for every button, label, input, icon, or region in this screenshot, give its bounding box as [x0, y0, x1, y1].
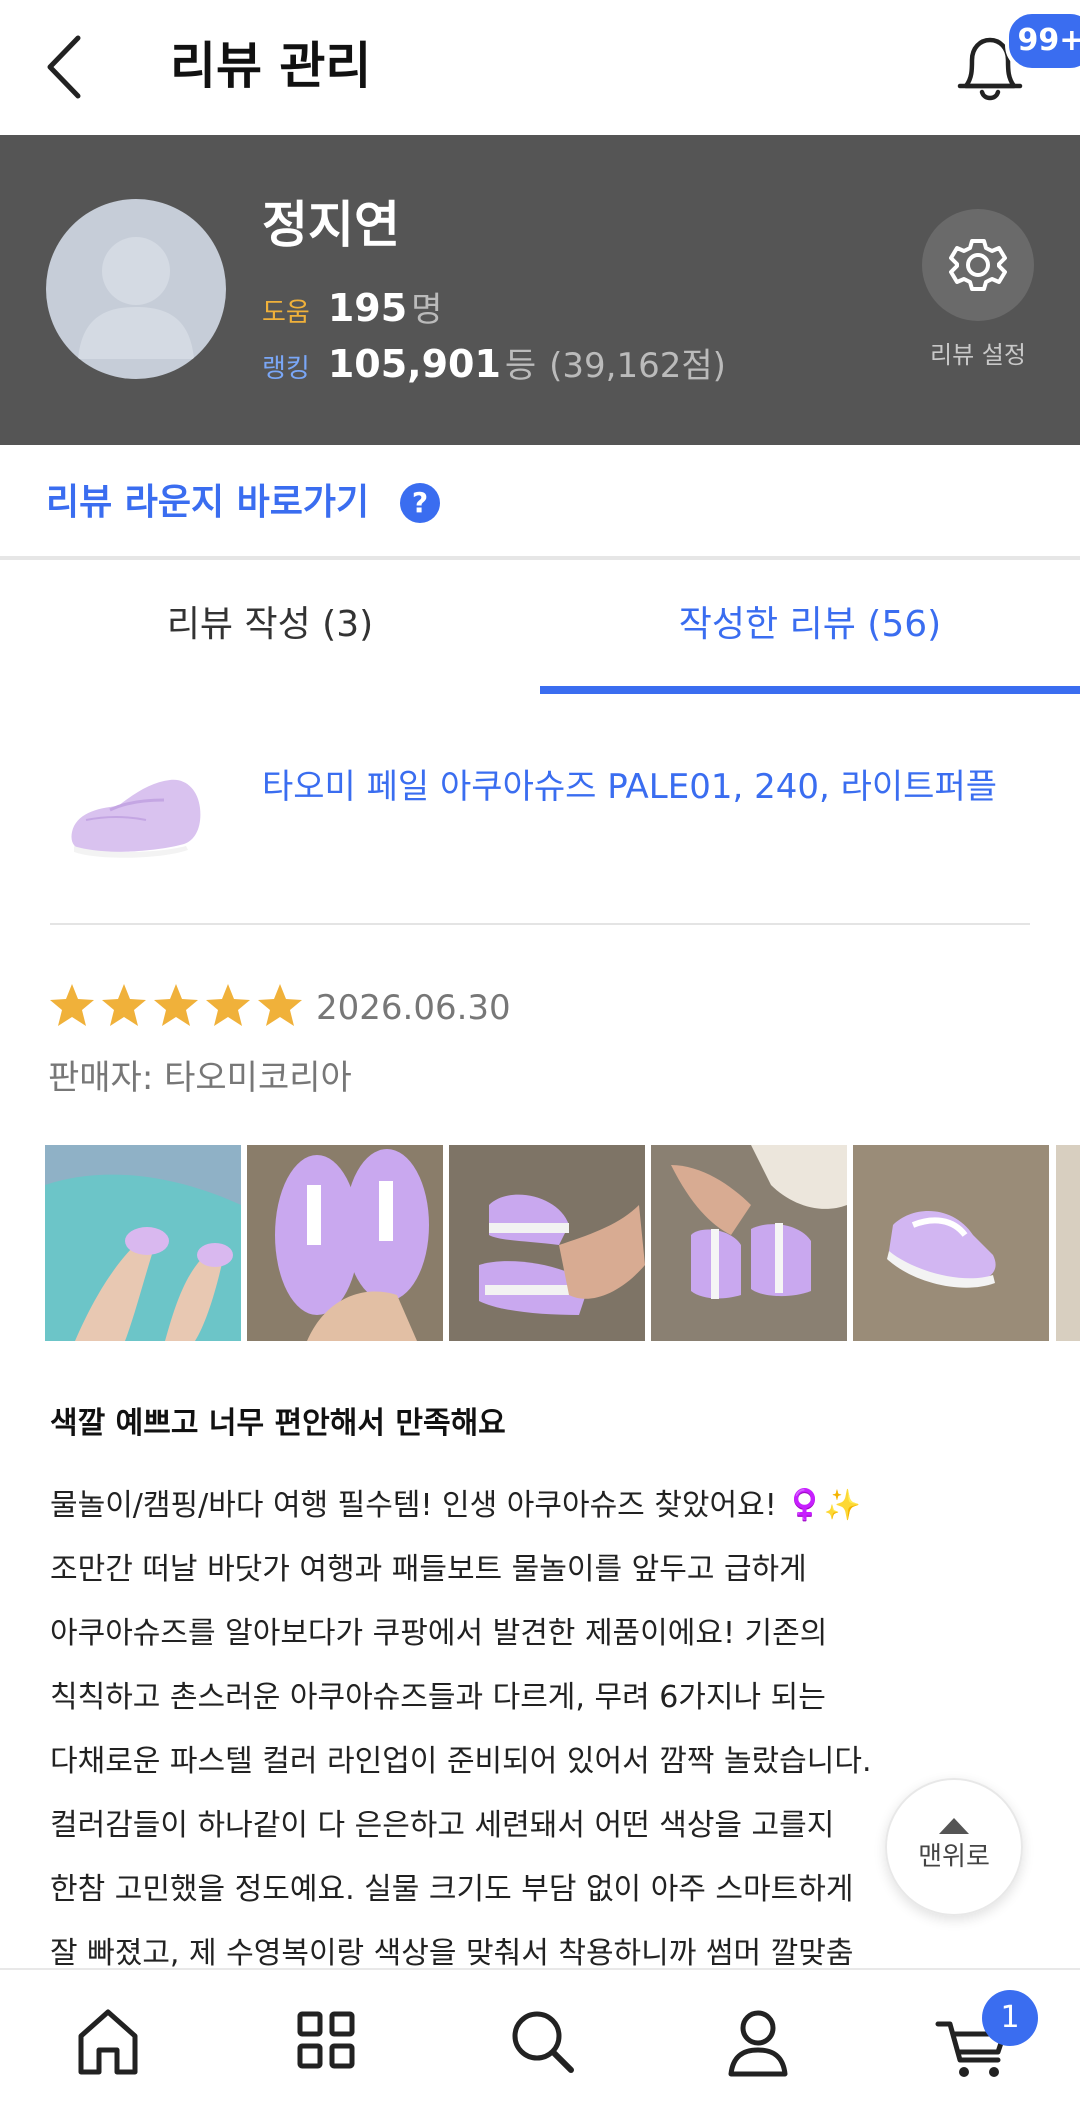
review-lounge-link[interactable]: 리뷰 라운지 바로가기	[46, 478, 369, 528]
header	[0, 0, 1080, 135]
profile-card: 정지연 도움 195 명 랭킹 105,901 등 (39,162점) 리뷰 설정	[0, 135, 1080, 445]
star-icon	[206, 984, 250, 1026]
nav-home[interactable]	[53, 1990, 163, 2090]
review-photo-3[interactable]	[449, 1145, 645, 1341]
divider	[50, 923, 1030, 925]
review-line: 물놀이/캠핑/바다 여행 필수템! 인생 아쿠아슈즈 찾았어요! ♀️✨	[50, 1488, 861, 1523]
help-count: 195	[327, 286, 408, 330]
category-grid-icon	[297, 2011, 355, 2069]
active-tab-indicator	[540, 686, 1080, 694]
rank-stat: 랭킹 105,901 등 (39,162점)	[262, 339, 726, 394]
review-photo-4[interactable]	[651, 1145, 847, 1341]
home-icon	[78, 2009, 138, 2075]
rank-value: 105,901	[327, 342, 501, 386]
review-line: 컬러감들이 하나같이 다 은은하고 세련돼서 어떤 색상을 고를지	[50, 1808, 835, 1843]
chevron-left-icon	[47, 35, 81, 99]
tab-written-reviews[interactable]: 작성한 리뷰 (56)	[540, 560, 1080, 690]
rank-points: (39,162점)	[549, 346, 726, 386]
review-line: 한참 고민했을 정도예요. 실물 크기도 부담 없이 아주 스마트하게	[50, 1872, 854, 1907]
settings-label: 리뷰 설정	[930, 341, 1026, 369]
cart-count-badge: 1	[982, 1990, 1038, 2046]
notification-badge: 99+	[1005, 10, 1080, 72]
review-title: 색깔 예쁘고 너무 편안해서 만족해요	[50, 1406, 506, 1441]
help-icon[interactable]: ?	[400, 483, 440, 523]
review-line: 아쿠아슈즈를 알아보다가 쿠팡에서 발견한 제품이에요! 기존의	[50, 1616, 828, 1651]
page-title: 리뷰 관리	[170, 37, 372, 95]
star-icon	[154, 984, 198, 1026]
rank-label: 랭킹	[262, 354, 310, 384]
star-icon	[102, 984, 146, 1026]
review-photo-2[interactable]	[247, 1145, 443, 1341]
review-line: 칙칙하고 촌스러운 아쿠아슈즈들과 다르게, 무려 6가지나 되는	[50, 1680, 826, 1715]
search-icon	[512, 2011, 574, 2073]
user-name: 정지연	[262, 196, 400, 254]
avatar	[46, 199, 226, 379]
review-line: 다채로운 파스텔 컬러 라인업이 준비되어 있어서 깜짝 놀랐습니다.	[50, 1744, 872, 1779]
product-thumbnail[interactable]	[66, 762, 206, 872]
help-label: 도움	[262, 298, 310, 328]
gear-icon	[949, 239, 1007, 291]
profile-icon	[728, 2010, 788, 2077]
back-button[interactable]	[40, 32, 120, 102]
review-photo-1[interactable]	[45, 1145, 241, 1341]
review-line: 조만간 떠날 바닷가 여행과 패들보트 물놀이를 앞두고 급하게	[50, 1552, 807, 1587]
help-stat: 도움 195 명	[262, 283, 442, 338]
tab-write-review[interactable]: 리뷰 작성 (3)	[0, 560, 540, 690]
aqua-shoe-image	[71, 779, 201, 858]
star-rating	[48, 982, 308, 1032]
default-avatar-icon	[78, 237, 194, 359]
seller-name: 판매자: 타오미코리아	[48, 1058, 352, 1098]
review-photo-more[interactable]	[1056, 1145, 1080, 1341]
scroll-top-label: 맨위로	[918, 1842, 990, 1872]
nav-search[interactable]	[487, 1990, 597, 2090]
star-icon	[50, 984, 94, 1026]
review-date: 2026.06.30	[316, 988, 511, 1028]
star-icon	[258, 984, 302, 1026]
product-title[interactable]: 타오미 페일 아쿠아슈즈 PALE01, 240, 라이트퍼플	[262, 758, 1022, 816]
review-photo-5[interactable]	[853, 1145, 1049, 1341]
nav-my-page[interactable]	[703, 1990, 813, 2090]
help-unit: 명	[411, 290, 443, 330]
nav-category[interactable]	[270, 1990, 380, 2090]
rank-unit: 등	[504, 346, 537, 386]
review-settings-button[interactable]	[922, 209, 1034, 321]
